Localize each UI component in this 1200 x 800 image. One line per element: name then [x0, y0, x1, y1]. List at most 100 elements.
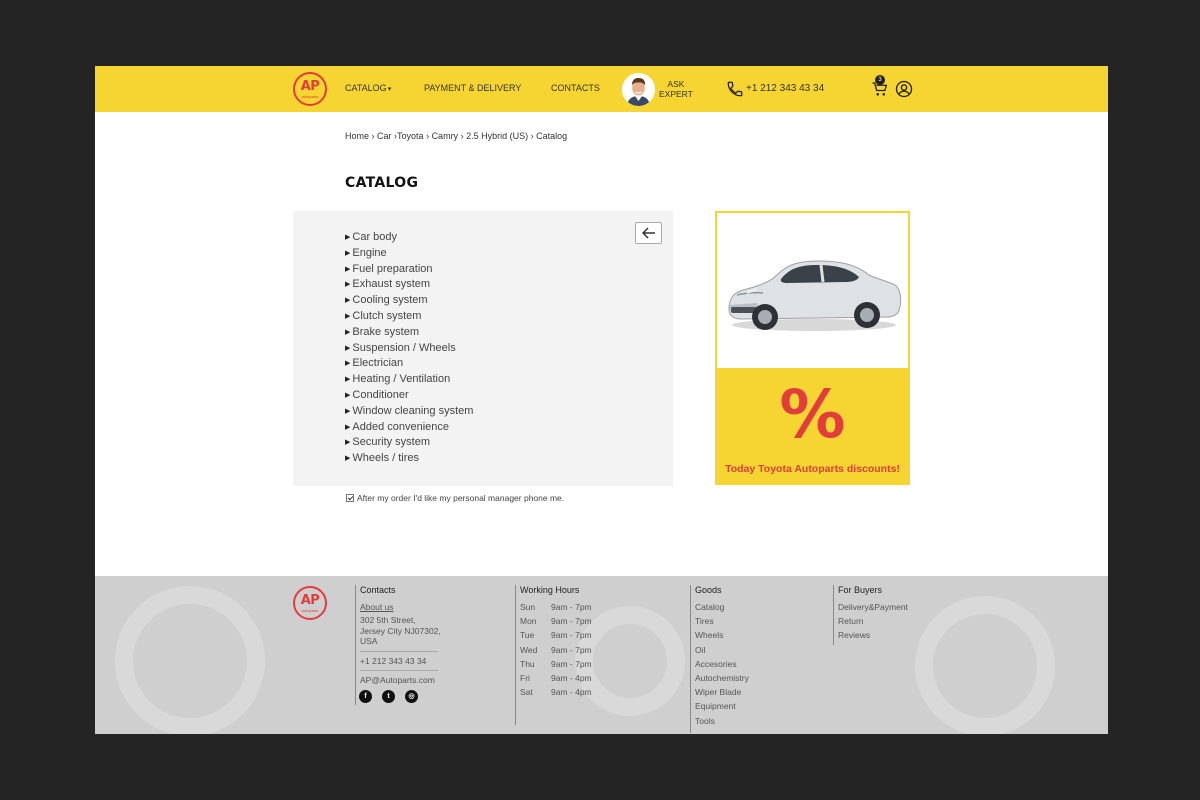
hours-row: Wed 9am - 7pm — [520, 643, 592, 657]
ask-expert-line2: EXPERT — [659, 89, 693, 99]
footer-goods-link[interactable]: Wiper Blade — [695, 685, 749, 699]
category-item[interactable]: ▶ Cooling system — [345, 293, 473, 309]
footer-buyers-link[interactable]: Return — [838, 614, 908, 628]
day-label: Fri — [520, 673, 530, 684]
category-item[interactable]: ▶ Brake system — [345, 325, 473, 341]
gear-background-decoration — [915, 596, 1055, 734]
footer-goods-link[interactable]: Autochemistry — [695, 671, 749, 685]
footer-hours-title: Working Hours — [520, 585, 580, 595]
manager-callback-option: After my order I'd like my personal mana… — [346, 493, 564, 503]
breadcrumb-toyota[interactable]: Toyota — [397, 131, 424, 141]
footer-goods-link[interactable]: Oil — [695, 643, 749, 657]
user-account-icon[interactable] — [895, 80, 913, 98]
footer-goods-link[interactable]: Tools — [695, 714, 749, 728]
triangle-right-icon: ▶ — [345, 376, 351, 384]
facebook-icon[interactable]: f — [359, 690, 372, 703]
breadcrumb-current: Catalog — [536, 131, 568, 141]
page-title: CATALOG — [345, 175, 419, 191]
day-label: Wed — [520, 644, 538, 655]
footer-goods-link[interactable]: Accesories — [695, 657, 749, 671]
breadcrumb-home[interactable]: Home — [345, 131, 369, 141]
triangle-right-icon: ▶ — [345, 407, 351, 415]
logo[interactable]: AP autoparts — [293, 72, 327, 106]
category-item[interactable]: ▶ Engine — [345, 246, 473, 262]
car-image — [717, 213, 908, 368]
footer-buyers-link[interactable]: Delivery&Payment — [838, 600, 908, 614]
breadcrumb-separator: › — [528, 131, 537, 141]
category-label: Cooling system — [352, 294, 428, 307]
website: AP autoparts CATALOG▾ PAYMENT & DELIVERY… — [95, 66, 1108, 734]
time-label: 9am - 7pm — [551, 630, 592, 641]
nav-contacts[interactable]: CONTACTS — [551, 83, 600, 93]
phone-icon — [727, 81, 743, 97]
breadcrumb-car[interactable]: Car — [377, 131, 392, 141]
footer-address: 302 5th Street, Jersey City NJ07302, USA — [360, 615, 441, 647]
category-item[interactable]: ▶ Electrician — [345, 356, 473, 372]
footer-goods-link[interactable]: Tires — [695, 614, 749, 628]
category-label: Fuel preparation — [352, 262, 433, 275]
header: AP autoparts CATALOG▾ PAYMENT & DELIVERY… — [95, 66, 1108, 112]
catalog-panel: ▶ Car body ▶ Engine ▶ Fuel preparation ▶ Exh… — [293, 211, 673, 486]
logo-text: AP — [300, 593, 320, 608]
time-label: 9am - 4pm — [551, 673, 592, 684]
footer-goods-link[interactable]: Wheels — [695, 628, 749, 642]
category-label: Added convenience — [352, 420, 450, 433]
footer-goods-link[interactable]: Equipment — [695, 699, 749, 713]
back-button[interactable] — [635, 222, 662, 244]
logo-text: AP — [300, 79, 320, 94]
hours-row: Tue 9am - 7pm — [520, 628, 592, 642]
manager-callback-checkbox[interactable] — [346, 494, 354, 502]
nav-payment-delivery[interactable]: PAYMENT & DELIVERY — [424, 83, 521, 93]
footer: AP autoparts Contacts About us 302 5th S… — [95, 576, 1108, 734]
breadcrumb-camry[interactable]: Camry — [432, 131, 459, 141]
footer-goods-link[interactable]: Catalog — [695, 600, 749, 614]
footer-hours-column: Working Hours Sun 9am - 7pm Mon 9am - 7pm … — [515, 585, 592, 725]
nav-catalog[interactable]: CATALOG▾ — [345, 83, 391, 93]
instagram-icon[interactable]: ◎ — [405, 690, 418, 703]
category-item[interactable]: ▶ Heating / Ventilation — [345, 372, 473, 388]
hours-row: Thu 9am - 7pm — [520, 657, 592, 671]
category-item[interactable]: ▶ Car body — [345, 230, 473, 246]
category-item[interactable]: ▶ Wheels / tires — [345, 451, 473, 467]
footer-goods-column: Goods Catalog Tires Wheels Oil Accesorie… — [690, 585, 749, 733]
cart-count-badge: 3 — [875, 75, 885, 85]
category-item[interactable]: ▶ Added convenience — [345, 420, 473, 436]
triangle-right-icon: ▶ — [345, 391, 351, 399]
arrow-left-icon — [642, 227, 655, 239]
hours-row: Fri 9am - 4pm — [520, 671, 592, 685]
triangle-right-icon: ▶ — [345, 234, 351, 241]
category-item[interactable]: ▶ Security system — [345, 435, 473, 451]
category-item[interactable]: ▶ Window cleaning system — [345, 404, 473, 420]
footer-logo[interactable]: AP autoparts — [293, 586, 327, 620]
ask-expert-link[interactable]: ASK EXPERT — [659, 79, 693, 99]
breadcrumb-model[interactable]: 2.5 Hybrid (US) — [466, 131, 528, 141]
caret-down-icon: ▾ — [387, 86, 392, 93]
triangle-right-icon: ▶ — [345, 439, 351, 447]
category-label: Security system — [352, 436, 431, 449]
time-label: 9am - 4pm — [551, 687, 592, 698]
time-label: 9am - 7pm — [551, 658, 592, 669]
footer-phone[interactable]: +1 212 343 43 34 — [360, 654, 442, 668]
expert-avatar[interactable] — [622, 73, 655, 106]
divider — [360, 650, 438, 652]
hours-row: Sun 9am - 7pm — [520, 600, 592, 614]
category-item[interactable]: ▶ Clutch system — [345, 309, 473, 325]
about-us-link[interactable]: About us — [360, 600, 442, 614]
logo-subtext: autoparts — [301, 608, 319, 613]
footer-buyers-title: For Buyers — [838, 585, 883, 595]
triangle-right-icon: ▶ — [345, 344, 351, 352]
category-item[interactable]: ▶ Suspension / Wheels — [345, 341, 473, 357]
category-item[interactable]: ▶ Fuel preparation — [345, 262, 473, 278]
twitter-icon[interactable]: t — [382, 690, 395, 703]
divider — [360, 669, 438, 671]
footer-buyers-link[interactable]: Reviews — [838, 628, 908, 642]
breadcrumb: Home › Car ›Toyota › Camry › 2.5 Hybrid … — [345, 131, 567, 141]
ask-expert-line1: ASK — [667, 79, 685, 89]
category-item[interactable]: ▶ Conditioner — [345, 388, 473, 404]
promo-banner[interactable]: % Today Toyota Autoparts discounts! — [715, 211, 910, 485]
header-phone-number[interactable]: +1 212 343 43 34 — [746, 83, 824, 94]
category-label: Electrician — [352, 357, 404, 370]
category-item[interactable]: ▶ Exhaust system — [345, 277, 473, 293]
triangle-right-icon: ▶ — [345, 281, 351, 289]
category-label: Conditioner — [352, 388, 409, 401]
